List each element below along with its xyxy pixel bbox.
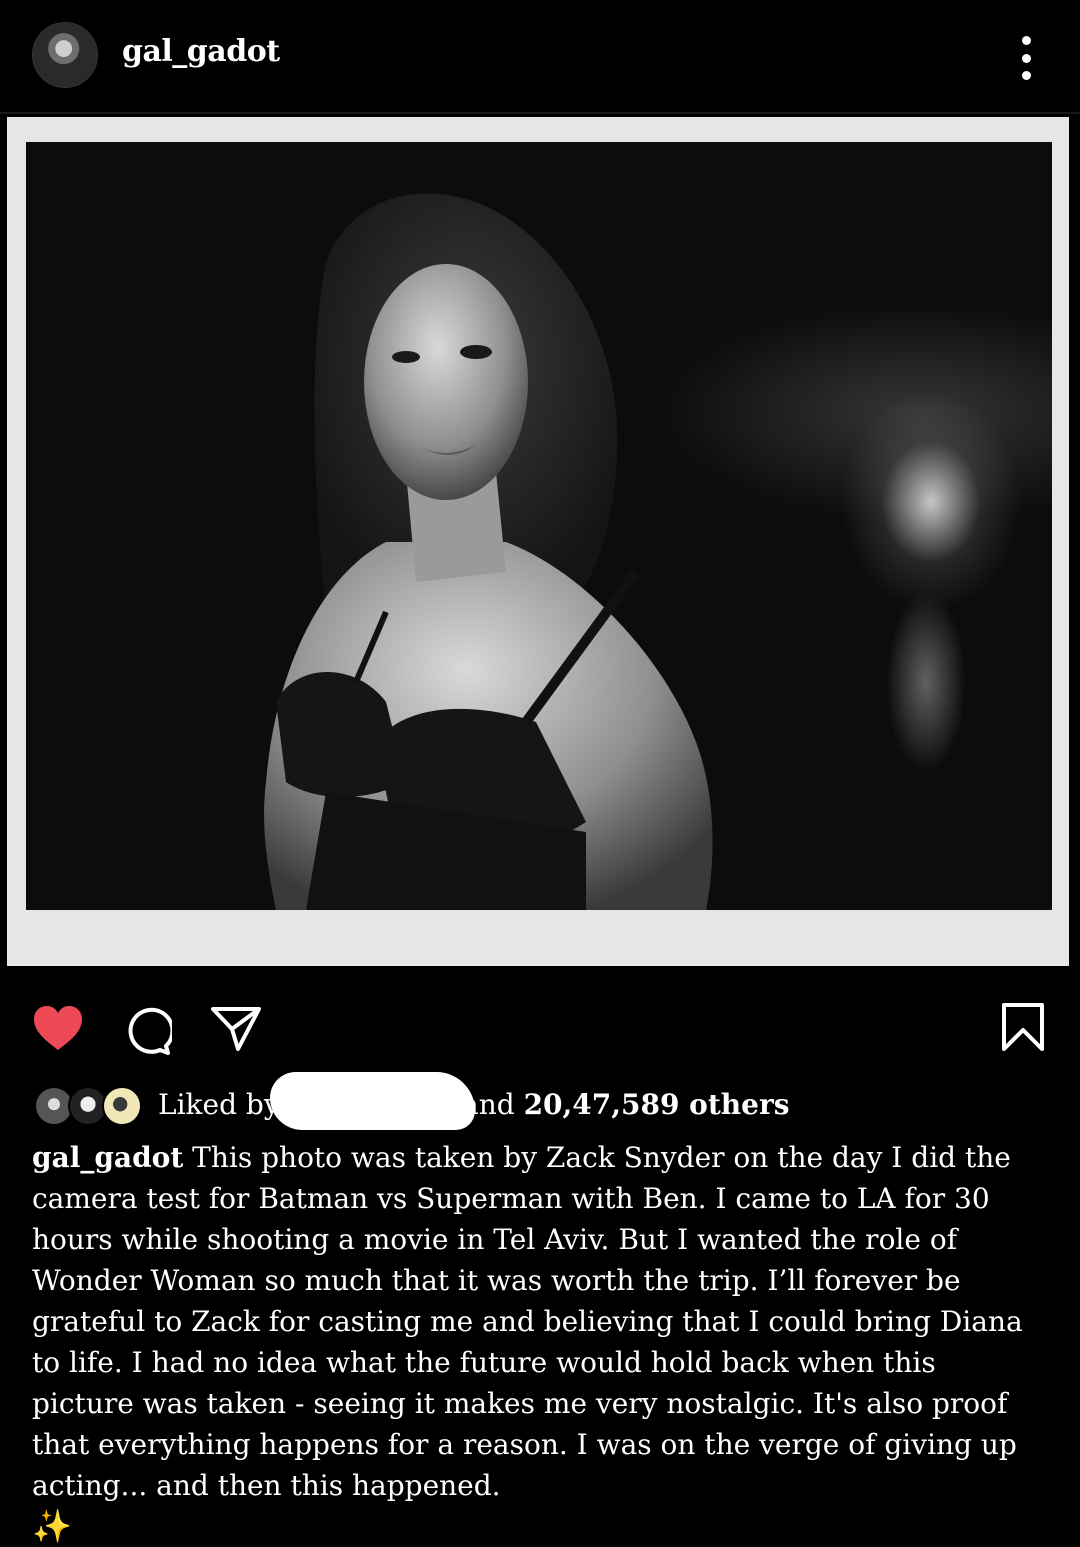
- dot-icon: [1021, 53, 1031, 63]
- dot-icon: [1021, 36, 1031, 45]
- header-divider: [0, 112, 1080, 114]
- sparkles-emoji: ✨: [32, 1507, 72, 1545]
- liker-avatars: [34, 1086, 144, 1126]
- post-actions: [0, 996, 1080, 1060]
- dot-icon: [1021, 71, 1031, 80]
- comment-icon[interactable]: [122, 1006, 172, 1056]
- caption-username[interactable]: gal_gadot: [32, 1141, 183, 1174]
- bookmark-icon[interactable]: [1000, 1002, 1046, 1052]
- more-options-icon[interactable]: [1012, 36, 1040, 80]
- likes-count-value: 20,47,589 others: [523, 1088, 790, 1121]
- heart-icon[interactable]: [32, 1004, 84, 1052]
- post-image-frame[interactable]: [7, 117, 1069, 966]
- likes-row[interactable]: Liked by and 20,47,589 others: [0, 1072, 1080, 1130]
- post-photo[interactable]: [26, 142, 1052, 910]
- caption-text: This photo was taken by Zack Snyder on t…: [32, 1141, 1023, 1502]
- post-header: gal_gadot: [0, 0, 1080, 112]
- likes-count[interactable]: and 20,47,589 others: [462, 1088, 789, 1121]
- liker-avatar: [102, 1086, 142, 1126]
- portrait-illustration: [264, 193, 713, 910]
- post-caption: gal_gadot This photo was taken by Zack S…: [32, 1137, 1042, 1547]
- share-icon[interactable]: [210, 1006, 262, 1052]
- redaction-mark: [270, 1072, 475, 1130]
- post-username[interactable]: gal_gadot: [122, 34, 280, 69]
- likes-and: and: [462, 1088, 515, 1121]
- avatar[interactable]: [32, 22, 98, 88]
- liked-by-label: Liked by: [158, 1088, 280, 1121]
